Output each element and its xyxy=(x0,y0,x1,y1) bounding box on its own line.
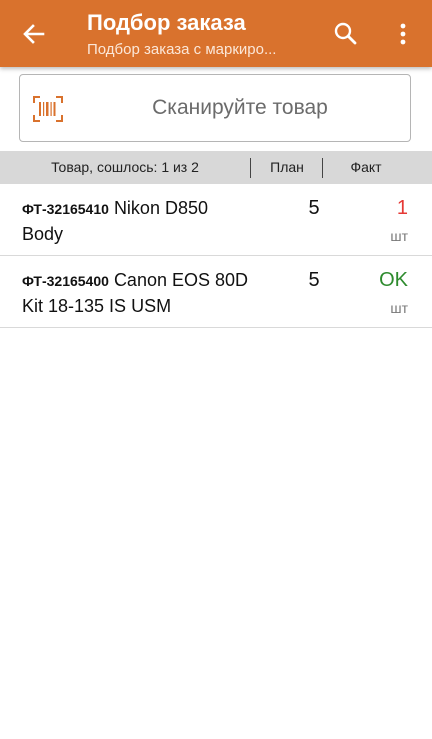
table-header: Товар, сошлось: 1 из 2 План Факт xyxy=(0,151,432,184)
back-button[interactable] xyxy=(14,14,54,54)
product-name: ФТ-32165410 Nikon D850 Body xyxy=(22,196,252,247)
unit-label: шт xyxy=(390,300,408,316)
search-icon xyxy=(334,22,357,45)
barcode-scan-icon xyxy=(33,96,63,122)
page-title: Подбор заказа xyxy=(87,10,246,35)
page-subtitle: Подбор заказа с маркиро... xyxy=(87,41,277,58)
overflow-menu-button[interactable] xyxy=(384,15,422,53)
column-divider xyxy=(322,158,323,178)
app-bar: Подбор заказа Подбор заказа с маркиро... xyxy=(0,0,432,67)
fact-quantity: 1 xyxy=(396,197,408,219)
table-row[interactable]: ФТ-32165410 Nikon D850 Body 5 1 шт xyxy=(0,185,432,256)
product-code: ФТ-32165400 xyxy=(22,273,109,289)
unit-label: шт xyxy=(390,228,408,244)
column-header-plan: План xyxy=(270,159,304,175)
plan-quantity: 5 xyxy=(308,269,320,291)
fact-status: OK xyxy=(379,269,408,291)
scan-product-field[interactable]: Сканируйте товар xyxy=(19,74,411,142)
column-header-fact: Факт xyxy=(350,159,382,175)
arrow-left-icon xyxy=(23,24,45,44)
plan-quantity: 5 xyxy=(308,197,320,219)
product-code: ФТ-32165410 xyxy=(22,201,109,217)
column-header-product: Товар, сошлось: 1 из 2 xyxy=(51,159,199,175)
table-row[interactable]: ФТ-32165400 Canon EOS 80D Kit 18-135 IS … xyxy=(0,257,432,328)
product-name: ФТ-32165400 Canon EOS 80D Kit 18-135 IS … xyxy=(22,268,252,319)
scan-prompt: Сканируйте товар xyxy=(152,96,328,119)
more-vert-icon xyxy=(400,23,406,45)
search-button[interactable] xyxy=(327,15,365,53)
